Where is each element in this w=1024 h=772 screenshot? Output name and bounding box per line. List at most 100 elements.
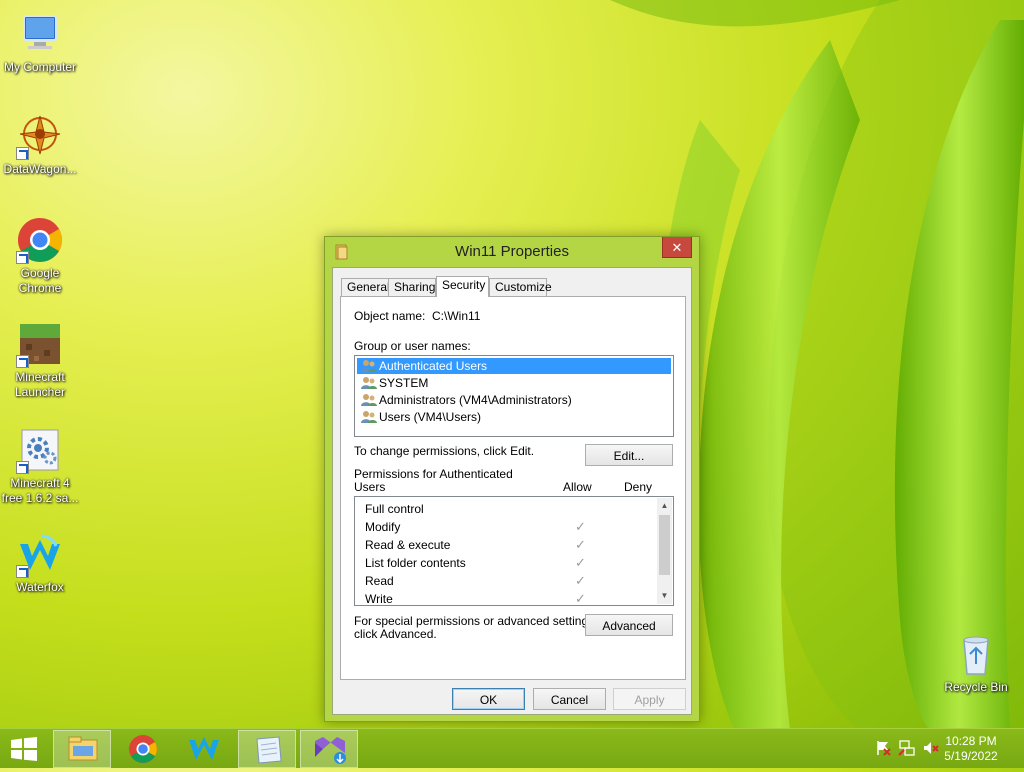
chrome-icon [129, 735, 157, 763]
permission-name: Read & execute [365, 538, 451, 552]
allow-check-icon: ✓ [575, 537, 586, 552]
permissions-scrollbar[interactable]: ▲ ▼ [657, 498, 672, 604]
desktop-icon-recycle-bin[interactable]: Recycle Bin [936, 630, 1016, 695]
allow-check-icon: ✓ [575, 591, 586, 606]
users-icon [361, 411, 377, 423]
change-permissions-hint: To change permissions, click Edit. [354, 444, 535, 458]
users-icon [361, 377, 377, 389]
permission-row: Write ✓ [365, 590, 655, 608]
computer-icon [16, 10, 64, 58]
allow-check-icon: ✓ [575, 555, 586, 570]
taskbar-waterfox[interactable] [175, 730, 233, 768]
taskbar-visual-studio-installer[interactable] [300, 730, 358, 768]
tab-sharing[interactable]: Sharing [388, 278, 436, 296]
close-button[interactable]: ✕ [662, 237, 692, 258]
advanced-button[interactable]: Advanced [585, 614, 673, 636]
desktop-icon-label: Waterfox [16, 580, 64, 594]
advanced-hint-line1: For special permissions or advanced sett… [354, 614, 598, 628]
advanced-hint-line2: click Advanced. [354, 627, 437, 641]
desktop-icon-label: Google Chrome [18, 266, 62, 295]
recycle-bin-icon [952, 630, 1000, 678]
groups-label: Group or user names: [354, 339, 471, 353]
tab-general[interactable]: General [341, 278, 390, 296]
clock-time: 10:28 PM [945, 734, 997, 748]
shortcut-arrow-icon [16, 565, 29, 578]
deny-column-header: Deny [624, 480, 653, 494]
permission-row: Full control [365, 500, 655, 518]
tab-security[interactable]: Security [436, 276, 489, 297]
tab-customize[interactable]: Customize [489, 278, 552, 296]
visual-studio-installer-icon [315, 737, 346, 764]
taskbar-file-explorer[interactable] [53, 730, 111, 768]
windows-start-icon[interactable] [10, 737, 38, 761]
network-icon[interactable] [898, 739, 916, 757]
users-icon [361, 394, 377, 406]
notepad-icon [256, 736, 282, 764]
permission-row: Read & execute ✓ [365, 536, 655, 554]
desktop-icon-label: My Computer [3, 60, 77, 74]
scroll-down-icon[interactable]: ▼ [657, 588, 672, 604]
scroll-up-icon[interactable]: ▲ [657, 498, 672, 514]
apply-button[interactable]: Apply [613, 688, 686, 710]
chrome-icon [16, 216, 64, 264]
list-item[interactable]: Administrators (VM4\Administrators) [357, 392, 671, 408]
group-name: Administrators (VM4\Administrators) [379, 393, 572, 407]
permission-row: Modify ✓ [365, 518, 655, 536]
permissions-label-line2: Users [354, 480, 386, 494]
users-icon [361, 360, 377, 372]
desktop-icon-my-computer[interactable]: My Computer [0, 10, 80, 75]
ok-button[interactable]: OK [452, 688, 525, 710]
desktop-icon-label: DataWagon... [3, 162, 77, 176]
permissions-list[interactable]: Full control Modify ✓ Read & execute ✓ L… [354, 496, 674, 606]
desktop-icon-label: Minecraft 4 free 1.6.2 sa... [1, 476, 79, 505]
desktop-icon-label: Recycle Bin [944, 680, 1008, 694]
list-item[interactable]: Authenticated Users [357, 358, 671, 374]
allow-column-header: Allow [563, 480, 592, 494]
desktop-icon-minecraft-4-free[interactable]: Minecraft 4 free 1.6.2 sa... [0, 426, 80, 506]
object-name-label: Object name: [354, 309, 426, 323]
desktop-icon-google-chrome[interactable]: Google Chrome [0, 216, 80, 296]
permission-row: Read ✓ [365, 572, 655, 590]
object-name-value: C:\Win11 [432, 309, 481, 323]
properties-dialog: Win11 Properties ✕ General Sharing Secur… [324, 236, 700, 722]
scroll-thumb[interactable] [659, 515, 670, 575]
shortcut-arrow-icon [16, 355, 29, 368]
permission-row: List folder contents ✓ [365, 554, 655, 572]
waterfox-icon [16, 530, 64, 578]
permission-name: Full control [365, 502, 424, 516]
dialog-titlebar[interactable]: Win11 Properties ✕ [325, 237, 699, 267]
taskbar-notes-app[interactable] [238, 730, 296, 768]
group-name: Users (VM4\Users) [379, 410, 482, 424]
action-center-flag-icon[interactable] [874, 739, 892, 757]
dialog-title: Win11 Properties [455, 243, 569, 260]
desktop-icon-minecraft-launcher[interactable]: Minecraft Launcher [0, 320, 80, 400]
group-name: Authenticated Users [379, 359, 488, 373]
permission-name: Write [365, 592, 393, 606]
shortcut-arrow-icon [16, 251, 29, 264]
desktop-icon-datawagon[interactable]: DataWagon... [0, 112, 80, 177]
allow-check-icon: ✓ [575, 519, 586, 534]
datawagon-icon [16, 112, 64, 160]
permission-name: Read [365, 574, 394, 588]
taskbar-chrome[interactable] [114, 730, 172, 768]
edit-button[interactable]: Edit... [585, 444, 673, 466]
file-explorer-icon [68, 736, 98, 761]
list-item[interactable]: SYSTEM [357, 375, 671, 391]
allow-check-icon: ✓ [575, 573, 586, 588]
dialog-client: General Sharing Security Customize Objec… [332, 267, 692, 715]
desktop-icon-label: Minecraft Launcher [14, 370, 66, 399]
permissions-label-line1: Permissions for Authenticated [354, 467, 513, 481]
permission-name: Modify [365, 520, 401, 534]
shortcut-arrow-icon [16, 461, 29, 474]
minecraft-grass-block-icon [16, 320, 64, 368]
security-panel: Object name: C:\Win11 Group or user name… [340, 296, 686, 680]
group-user-list[interactable]: Authenticated Users SYSTEM Administrator… [354, 355, 674, 437]
list-item[interactable]: Users (VM4\Users) [357, 409, 671, 425]
group-name: SYSTEM [379, 376, 429, 390]
shortcut-arrow-icon [16, 147, 29, 160]
cancel-button[interactable]: Cancel [533, 688, 606, 710]
taskbar-clock[interactable]: 10:28 PM 5/19/2022 [936, 734, 1006, 764]
waterfox-icon [189, 737, 219, 760]
desktop-icon-waterfox[interactable]: Waterfox [0, 530, 80, 595]
clock-date: 5/19/2022 [944, 749, 998, 763]
